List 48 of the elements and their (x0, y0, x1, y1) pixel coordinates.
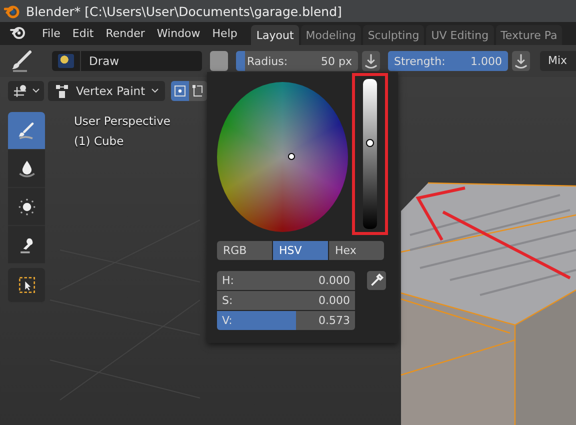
tool-button[interactable] (8, 268, 45, 303)
axes-icon (12, 83, 28, 99)
color-mode-tab[interactable]: RGB (217, 241, 272, 260)
brush-preview-icon (58, 54, 74, 68)
color-value-slider[interactable]: S: 0.000 (217, 291, 355, 310)
paintbrush-icon[interactable] (10, 49, 34, 73)
viewport-info-text: (1) Cube (74, 134, 125, 148)
editor-type-dropdown[interactable] (8, 81, 44, 101)
paint-mask-button[interactable] (171, 81, 190, 101)
dotted-square-icon (173, 84, 188, 98)
color-mode-tab[interactable]: Hex (329, 241, 384, 260)
radius-slider[interactable]: Radius: 50 px (236, 51, 358, 71)
tool-button[interactable] (8, 112, 45, 150)
menu-item[interactable]: File (36, 27, 66, 40)
color-mode-tab[interactable]: HSV (273, 241, 328, 260)
color-value-slider[interactable]: H: 0.000 (217, 271, 355, 290)
menu-item[interactable]: Render (100, 27, 151, 40)
viewport-info-text: User Perspective (74, 114, 170, 128)
workspace-tab[interactable]: Layout (251, 25, 299, 45)
workspace-tab[interactable]: Texture Pa (496, 25, 562, 45)
pressure-icon[interactable] (362, 51, 380, 71)
tool-button[interactable] (8, 226, 45, 264)
vertex-paint-icon (54, 83, 70, 99)
pressure-icon[interactable] (512, 51, 530, 71)
value-slider[interactable] (363, 79, 377, 229)
caret-icon (151, 87, 160, 95)
eyedropper-icon[interactable] (367, 271, 386, 290)
tool-button[interactable] (8, 188, 45, 226)
vertex-corner-icon (191, 84, 206, 98)
blender-logo-icon (4, 3, 20, 19)
blend-mode-dropdown[interactable]: Mix (540, 51, 576, 71)
workspace-tab[interactable]: UV Editing (426, 25, 494, 45)
mode-dropdown[interactable]: Vertex Paint (48, 81, 166, 101)
menu-item[interactable]: Help (206, 27, 244, 40)
strength-slider[interactable]: Strength: 1.000 (388, 51, 508, 71)
color-swatch[interactable] (210, 51, 228, 71)
tool-button[interactable] (8, 150, 45, 188)
vertex-select-button[interactable] (189, 81, 208, 101)
workspace-tab[interactable]: Sculpting (362, 25, 424, 45)
slider-thumb[interactable] (366, 139, 374, 148)
brush-selector[interactable]: Draw (52, 51, 202, 71)
caret-icon (32, 87, 40, 95)
menu-item[interactable]: Edit (66, 27, 100, 40)
wheel-cursor[interactable] (288, 153, 295, 160)
workspace-tab[interactable]: Modeling (300, 25, 361, 45)
window-title: Blender* [C:\Users\User\Documents\garage.blend] (26, 4, 342, 18)
color-value-slider[interactable]: V: 0.573 (217, 311, 355, 330)
menu-item[interactable]: Window (150, 27, 206, 40)
